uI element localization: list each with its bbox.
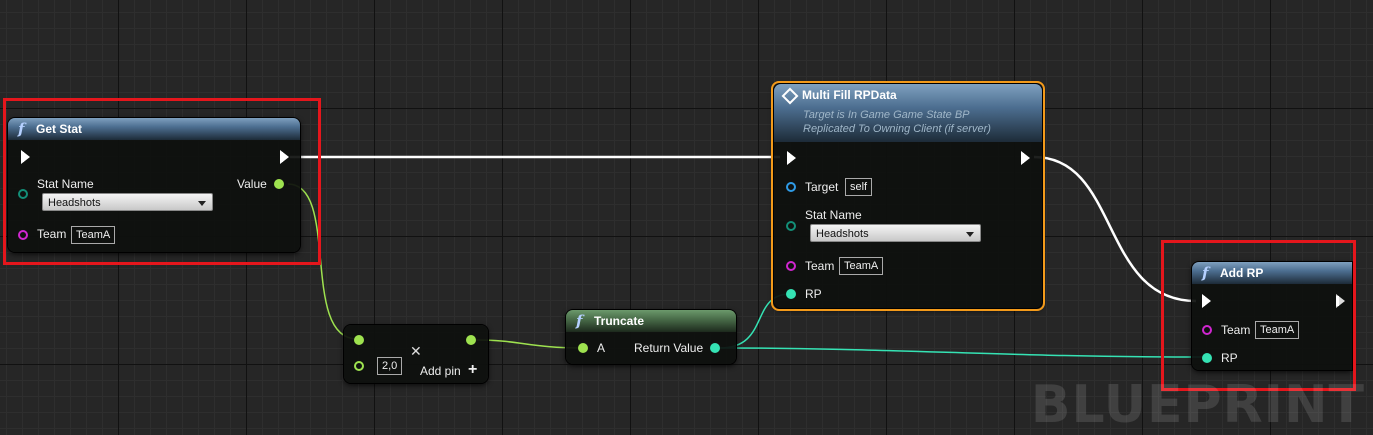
get-stat-red-highlight [3,98,321,265]
truncate-node[interactable]: f Truncate A Return Value [566,310,736,364]
multiply-input-b-pin[interactable] [354,361,364,371]
function-icon: f [576,312,583,330]
multi-fill-selected-outline [771,81,1045,311]
multiply-add-pin-label[interactable]: Add pin [420,364,461,378]
multiply-output-pin[interactable] [466,335,476,345]
truncate-a-pin[interactable] [578,343,588,353]
blueprint-watermark: BLUEPRINT [1030,375,1365,435]
multiply-input-a-pin[interactable] [354,335,364,345]
truncate-a-label: A [597,341,606,355]
truncate-title: Truncate [594,314,645,328]
truncate-header: f Truncate [566,310,736,332]
int-wire-truncate-to-addrp-rp [719,347,1207,358]
truncate-return-value-label: Return Value [634,341,704,355]
truncate-return-value-pin[interactable] [710,343,720,353]
add-rp-red-highlight [1161,240,1356,391]
multiply-operand-input[interactable]: 2,0 [377,357,403,375]
multiply-x-icon: ✕ [410,343,422,359]
plus-icon[interactable]: + [468,361,477,379]
multiply-node[interactable]: 2,0 ✕ Add pin + [344,325,488,383]
